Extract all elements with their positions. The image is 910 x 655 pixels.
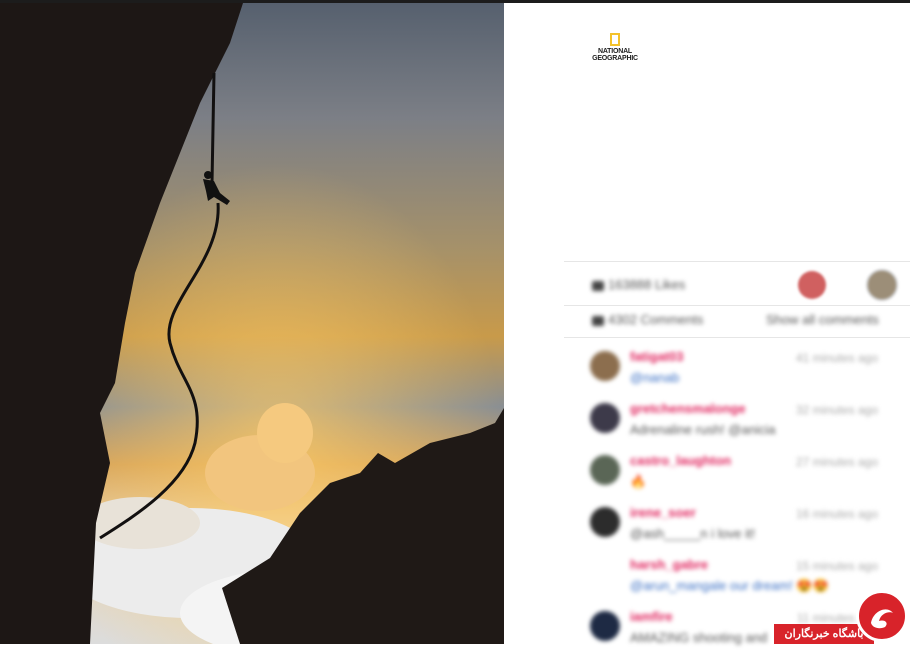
- likes-count[interactable]: 163888 Likes: [592, 277, 685, 292]
- liker-avatar[interactable]: [866, 269, 898, 301]
- comment-user[interactable]: harsh_gabre: [630, 557, 708, 572]
- comment-item[interactable]: irene_soer 16 minutes ago @ash_____n i l…: [590, 505, 890, 551]
- yellow-frame-icon: [610, 33, 620, 46]
- comment-text: @ash_____n i love it!: [630, 526, 756, 541]
- comment-user[interactable]: castro_laughton: [630, 453, 731, 468]
- watermark: باشگاه خبرنگاران: [774, 590, 910, 644]
- comment-user[interactable]: irene_soer: [630, 505, 696, 520]
- post-photo[interactable]: [0, 3, 504, 644]
- liker-avatar[interactable]: [798, 271, 826, 299]
- watermark-logo-icon: [856, 590, 908, 642]
- avatar[interactable]: [590, 559, 620, 589]
- comment-item[interactable]: fatigat03 41 minutes ago @nanab: [590, 349, 890, 395]
- logo-line2: GEOGRAPHIC: [592, 55, 638, 62]
- comment-item[interactable]: gretchensmalonge 32 minutes ago Adrenali…: [590, 401, 890, 447]
- show-all-comments-link[interactable]: Show all comments: [766, 312, 879, 327]
- comment-text: AMAZING shooting and: [630, 630, 768, 645]
- comment-time: 32 minutes ago: [795, 403, 878, 417]
- avatar[interactable]: [590, 351, 620, 381]
- comment-item[interactable]: castro_laughton 27 minutes ago 🔥: [590, 453, 890, 499]
- comment-icon: [592, 315, 604, 326]
- climber-sunset-image: [0, 3, 504, 644]
- divider: [564, 261, 910, 262]
- comment-user[interactable]: fatigat03: [630, 349, 683, 364]
- comment-user[interactable]: iamfire: [630, 609, 673, 624]
- comment-time: 16 minutes ago: [795, 507, 878, 521]
- comment-user[interactable]: gretchensmalonge: [630, 401, 746, 416]
- post-sidebar: NATIONAL GEOGRAPHIC 163888 Likes 4302 Co…: [504, 3, 910, 645]
- heart-icon: [592, 280, 604, 291]
- comment-time: 15 minutes ago: [795, 559, 878, 573]
- comments-count[interactable]: 4302 Comments: [592, 312, 703, 327]
- avatar[interactable]: [590, 455, 620, 485]
- comment-text: Adrenaline rush! @anicia: [630, 422, 776, 437]
- divider: [564, 305, 910, 306]
- comment-text: 🔥: [630, 474, 647, 489]
- divider: [564, 337, 910, 338]
- comment-time: 27 minutes ago: [795, 455, 878, 469]
- avatar[interactable]: [590, 507, 620, 537]
- avatar[interactable]: [590, 403, 620, 433]
- logo-line1: NATIONAL: [597, 48, 633, 55]
- comment-time: 41 minutes ago: [795, 351, 878, 365]
- comment-text: @nanab: [630, 370, 680, 385]
- avatar[interactable]: [590, 611, 620, 641]
- national-geographic-logo[interactable]: NATIONAL GEOGRAPHIC: [592, 33, 638, 62]
